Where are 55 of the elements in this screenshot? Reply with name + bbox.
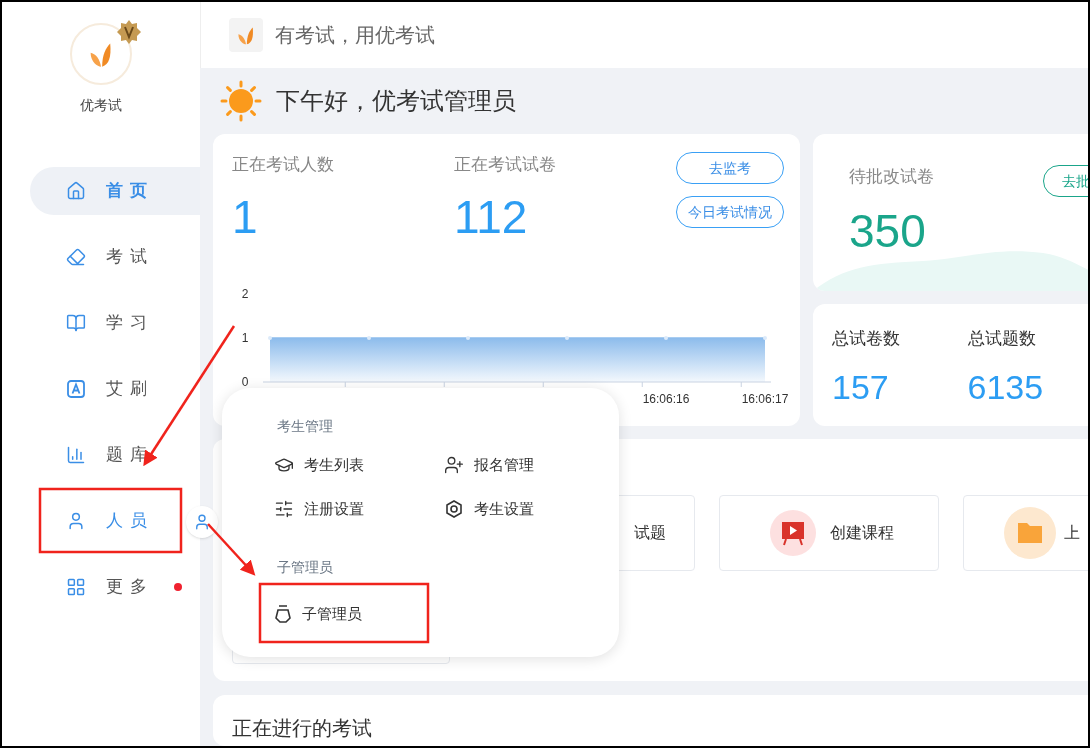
action-card[interactable]: 创建课程: [719, 495, 939, 571]
chart-point: [565, 336, 569, 340]
annotation-arrow: [207, 523, 256, 576]
menu-item[interactable]: 注册设置: [274, 499, 447, 519]
user-icon: [193, 513, 211, 531]
eraser-icon: [66, 247, 86, 267]
stat-value: 1: [232, 193, 259, 240]
menu-section-title: 子管理员: [277, 558, 334, 577]
action-card[interactable]: 上: [963, 495, 1088, 571]
chart-point: [664, 336, 668, 340]
user-icon: [66, 511, 86, 531]
stat-value: 350: [849, 207, 927, 254]
menu-item[interactable]: 考生列表: [274, 455, 447, 475]
axis-label: 16:06:16: [642, 392, 690, 406]
stat-label: 正在考试试卷: [454, 154, 557, 176]
video-board-icon: [770, 510, 816, 556]
badge-icon: [274, 604, 292, 624]
stat-label: 总试卷数: [832, 328, 901, 350]
apps-icon: [66, 577, 86, 597]
axis-label: 0: [241, 375, 249, 389]
brand-name: 优考试: [80, 96, 122, 115]
chart-point: [466, 336, 470, 340]
axis-label: 2: [241, 287, 249, 301]
book-icon: [66, 313, 86, 333]
menu-section-title: 考生管理: [277, 417, 334, 436]
vip-badge-icon: [116, 19, 142, 45]
bars-icon: [66, 445, 86, 465]
chart-point: [763, 336, 767, 340]
menu-item[interactable]: 子管理员: [274, 604, 447, 624]
nav-item[interactable]: 学习: [66, 311, 154, 335]
axis-label: 1: [241, 331, 249, 345]
nav-item[interactable]: 考试: [66, 245, 154, 269]
sun-icon: [220, 80, 262, 122]
menu-item[interactable]: 报名管理: [444, 455, 617, 475]
greeting: 下午好，优考试管理员: [276, 86, 516, 116]
stat-label: 待批改试卷: [849, 166, 934, 188]
home-icon: [66, 181, 86, 201]
settings-icon: [444, 499, 464, 519]
sliders-icon: [274, 499, 294, 519]
stat-value: 112: [454, 193, 529, 240]
stat-value: 6135: [967, 369, 1045, 404]
user-plus-icon: [444, 455, 464, 475]
stat-label: 总试题数: [967, 328, 1037, 350]
section-title: 正在进行的考试: [232, 717, 372, 739]
axis-label: 16:06:17: [741, 392, 789, 406]
chart-point: [268, 336, 272, 340]
app-slogan: 有考试，用优考试: [275, 23, 435, 48]
nav-item[interactable]: 更多: [66, 575, 182, 599]
stat-value: 157: [832, 369, 890, 404]
stat-label: 正在考试人数: [232, 154, 335, 176]
chart-point: [367, 336, 371, 340]
letter-a-icon: [66, 379, 86, 399]
nav-item[interactable]: 艾刷: [66, 377, 154, 401]
folder-icon: [1004, 507, 1056, 559]
menu-item[interactable]: 考生设置: [444, 499, 617, 519]
